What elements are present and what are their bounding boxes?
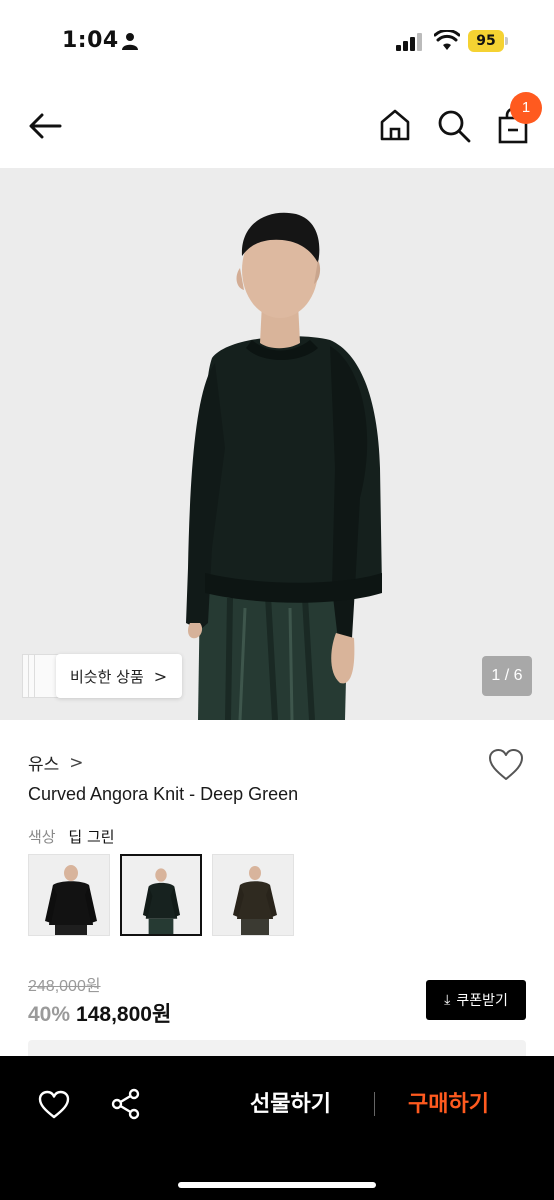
color-swatches xyxy=(28,854,294,936)
color-swatch-black[interactable] xyxy=(28,854,110,936)
product-image-carousel[interactable]: 비슷한 상품 > 1 / 6 xyxy=(0,168,554,720)
color-value: 딥 그린 xyxy=(68,828,115,846)
gift-button[interactable]: 선물하기 xyxy=(250,1086,331,1118)
coupon-button[interactable]: ⤓ 쿠폰받기 xyxy=(426,980,526,1020)
price-row: 40% 148,800원 xyxy=(28,998,171,1028)
divider xyxy=(374,1092,375,1116)
discount-rate: 40% xyxy=(28,1003,71,1026)
original-price: 248,000원 xyxy=(28,978,101,995)
similar-products-label: 비슷한 상품 xyxy=(70,667,144,686)
next-section-peek xyxy=(28,1040,526,1056)
chevron-right-icon: > xyxy=(153,666,168,686)
status-time: 1:04 xyxy=(62,28,119,53)
product-name: Curved Angora Knit - Deep Green xyxy=(28,784,299,804)
color-label: 색상 xyxy=(28,828,56,846)
share-icon[interactable] xyxy=(110,1088,142,1120)
home-icon[interactable] xyxy=(378,108,412,142)
back-arrow-icon[interactable] xyxy=(26,110,64,142)
battery-indicator: 95 xyxy=(468,30,508,52)
search-icon[interactable] xyxy=(436,108,472,144)
image-counter: 1 / 6 xyxy=(482,656,532,696)
chevron-right-icon: > xyxy=(69,752,84,773)
color-swatch-brown[interactable] xyxy=(212,854,294,936)
wifi-icon xyxy=(434,30,460,50)
download-icon: ⤓ xyxy=(444,992,451,1008)
home-indicator xyxy=(178,1182,376,1188)
similar-products-pill[interactable]: 비슷한 상품 > xyxy=(56,654,182,698)
color-row: 색상 딥 그린 xyxy=(28,826,115,847)
top-navigation: 1 xyxy=(0,84,554,168)
product-photo xyxy=(0,168,554,720)
cart-count-badge: 1 xyxy=(510,92,542,124)
brand-name: 유스 xyxy=(28,755,60,775)
sale-price: 148,800원 xyxy=(76,1003,172,1026)
color-swatch-deep-green[interactable] xyxy=(120,854,202,936)
buy-button[interactable]: 구매하기 xyxy=(408,1086,489,1118)
similar-products-button[interactable]: 비슷한 상품 > xyxy=(22,654,182,698)
signal-icon xyxy=(396,33,422,51)
heart-icon[interactable] xyxy=(38,1090,70,1120)
coupon-label: 쿠폰받기 xyxy=(456,993,508,1009)
battery-level: 95 xyxy=(468,30,504,52)
battery-tip xyxy=(505,37,508,45)
heart-icon[interactable] xyxy=(488,748,524,782)
status-bar: 1:04 95 xyxy=(0,0,554,84)
brand-link[interactable]: 유스 > xyxy=(28,750,84,776)
bottom-action-bar: 선물하기 구매하기 xyxy=(0,1056,554,1200)
person-icon xyxy=(122,33,138,50)
